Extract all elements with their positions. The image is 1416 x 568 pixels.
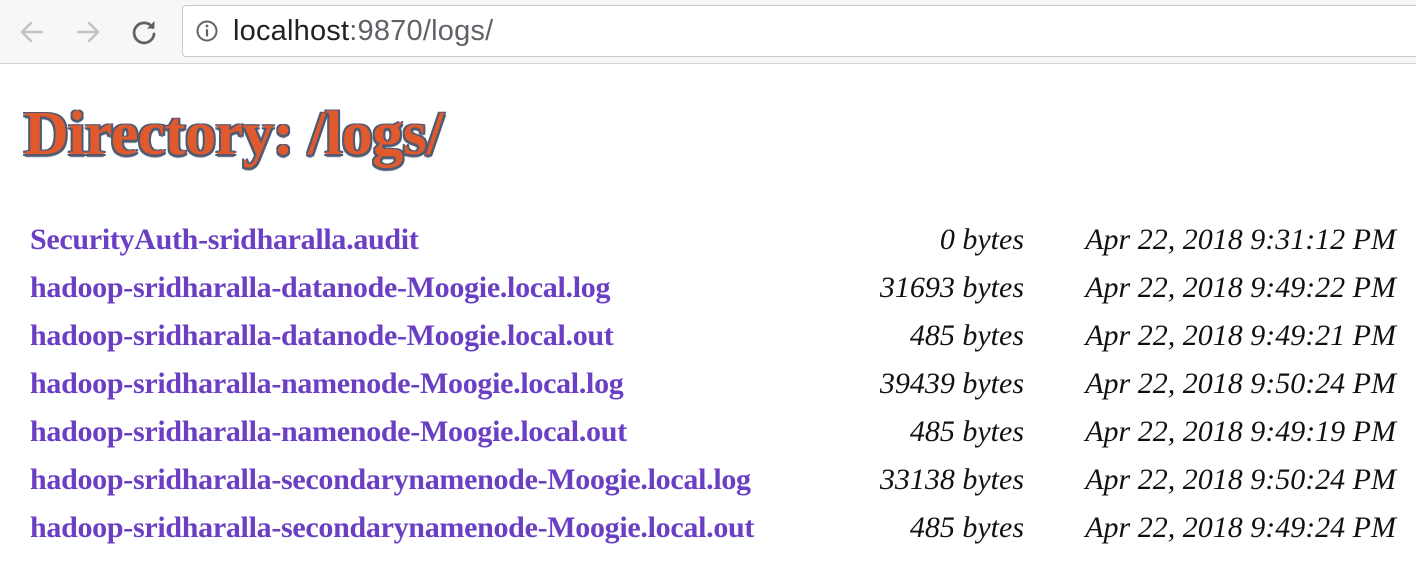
file-link[interactable]: hadoop-sridharalla-secondarynamenode-Moo…: [30, 463, 751, 496]
browser-toolbar: localhost:9870/logs/: [0, 0, 1416, 64]
file-date: Apr 22, 2018 9:31:12 PM: [1085, 223, 1396, 256]
table-row: SecurityAuth-sridharalla.audit 0 bytes A…: [22, 216, 1396, 264]
arrow-right-icon: [76, 21, 100, 43]
file-name-cell: SecurityAuth-sridharalla.audit: [22, 216, 838, 264]
file-size: 485 bytes: [909, 319, 1024, 352]
file-size: 33138 bytes: [879, 463, 1024, 496]
file-listing-table: SecurityAuth-sridharalla.audit 0 bytes A…: [22, 216, 1396, 552]
file-link[interactable]: hadoop-sridharalla-datanode-Moogie.local…: [30, 319, 614, 352]
page-title: Directory: /logs/: [24, 100, 444, 168]
url-text[interactable]: localhost:9870/logs/: [233, 15, 493, 48]
table-row: hadoop-sridharalla-namenode-Moogie.local…: [22, 408, 1396, 456]
file-date: Apr 22, 2018 9:49:19 PM: [1085, 415, 1396, 448]
file-link[interactable]: SecurityAuth-sridharalla.audit: [30, 223, 419, 256]
file-link[interactable]: hadoop-sridharalla-namenode-Moogie.local…: [30, 415, 627, 448]
table-row: hadoop-sridharalla-namenode-Moogie.local…: [22, 360, 1396, 408]
file-name-cell: hadoop-sridharalla-namenode-Moogie.local…: [22, 360, 838, 408]
file-size: 31693 bytes: [879, 271, 1024, 304]
url-host: localhost: [233, 14, 350, 47]
address-bar[interactable]: localhost:9870/logs/: [182, 5, 1416, 57]
table-row: hadoop-sridharalla-secondarynamenode-Moo…: [22, 504, 1396, 552]
file-name-cell: hadoop-sridharalla-secondarynamenode-Moo…: [22, 504, 838, 552]
file-date: Apr 22, 2018 9:50:24 PM: [1085, 367, 1396, 400]
file-date: Apr 22, 2018 9:50:24 PM: [1085, 463, 1396, 496]
back-button[interactable]: [12, 12, 52, 52]
file-link[interactable]: hadoop-sridharalla-secondarynamenode-Moo…: [30, 511, 754, 544]
file-name-cell: hadoop-sridharalla-datanode-Moogie.local…: [22, 264, 838, 312]
file-date: Apr 22, 2018 9:49:24 PM: [1085, 511, 1396, 544]
file-name-cell: hadoop-sridharalla-namenode-Moogie.local…: [22, 408, 838, 456]
url-path: :9870/logs/: [349, 14, 494, 47]
table-row: hadoop-sridharalla-secondarynamenode-Moo…: [22, 456, 1396, 504]
file-size: 485 bytes: [909, 511, 1024, 544]
file-date: Apr 22, 2018 9:49:21 PM: [1085, 319, 1396, 352]
forward-button[interactable]: [68, 12, 108, 52]
file-size: 485 bytes: [909, 415, 1024, 448]
file-name-cell: hadoop-sridharalla-secondarynamenode-Moo…: [22, 456, 838, 504]
arrow-left-icon: [20, 21, 44, 43]
file-date: Apr 22, 2018 9:49:22 PM: [1085, 271, 1396, 304]
info-icon[interactable]: [195, 19, 219, 43]
reload-icon: [132, 21, 156, 45]
file-size: 0 bytes: [939, 223, 1024, 256]
reload-button[interactable]: [124, 12, 164, 52]
table-row: hadoop-sridharalla-datanode-Moogie.local…: [22, 312, 1396, 360]
file-link[interactable]: hadoop-sridharalla-datanode-Moogie.local…: [30, 271, 610, 304]
file-link[interactable]: hadoop-sridharalla-namenode-Moogie.local…: [30, 367, 624, 400]
table-row: hadoop-sridharalla-datanode-Moogie.local…: [22, 264, 1396, 312]
file-size: 39439 bytes: [879, 367, 1024, 400]
file-name-cell: hadoop-sridharalla-datanode-Moogie.local…: [22, 312, 838, 360]
